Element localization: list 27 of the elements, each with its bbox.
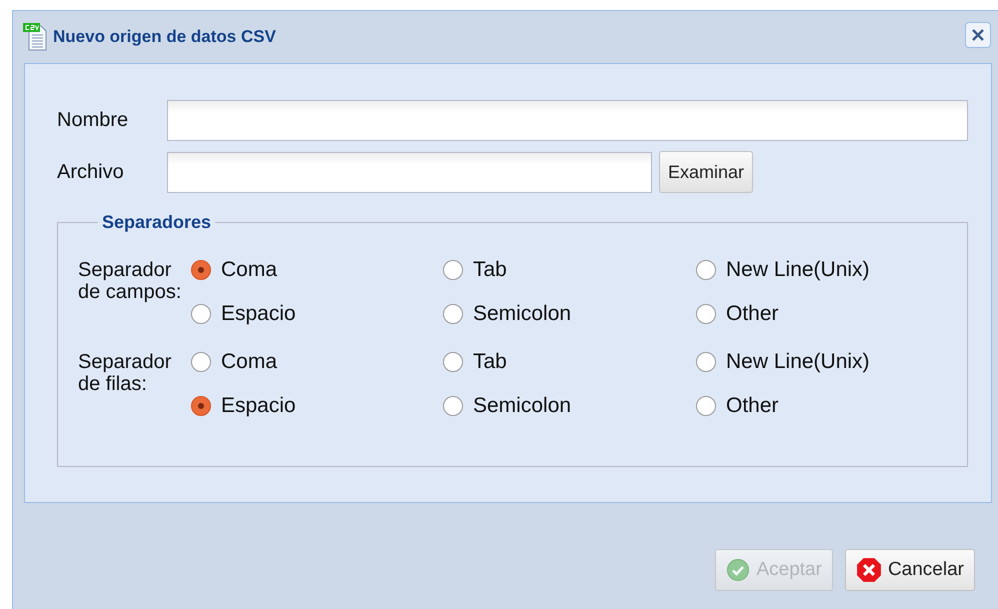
- group-label: Separador de filas:: [78, 350, 172, 397]
- close-button[interactable]: [965, 22, 991, 48]
- radio-option[interactable]: Tab: [443, 347, 696, 377]
- csv-file-icon: [23, 23, 49, 51]
- radio-option[interactable]: Other: [696, 391, 916, 421]
- group-label: Separador de campos:: [78, 258, 182, 305]
- radio-option[interactable]: New Line(Unix): [696, 255, 916, 285]
- radio-option[interactable]: Semicolon: [443, 299, 696, 329]
- cancel-icon: [856, 557, 882, 583]
- window-title: Nuevo origen de datos CSV: [53, 27, 276, 47]
- radio-option[interactable]: Tab: [443, 255, 696, 285]
- browse-button[interactable]: Examinar: [659, 151, 754, 193]
- field-label: Nombre: [57, 108, 130, 132]
- radio-option[interactable]: Espacio: [191, 299, 443, 329]
- radio-option[interactable]: Espacio: [191, 391, 443, 421]
- text-field[interactable]: [167, 100, 968, 140]
- radio-option[interactable]: Semicolon: [443, 391, 696, 421]
- check-icon: [726, 558, 750, 582]
- radio-option[interactable]: Coma: [191, 255, 443, 285]
- radio-option[interactable]: Coma: [191, 347, 443, 377]
- radio-option[interactable]: New Line(Unix): [696, 347, 916, 377]
- cancel-button[interactable]: Cancelar: [844, 549, 975, 591]
- panel-legend: Separadores: [98, 212, 216, 233]
- radio-option[interactable]: Other: [696, 299, 916, 329]
- close-icon: [971, 28, 985, 42]
- field-label: Archivo: [57, 160, 125, 184]
- text-field[interactable]: [167, 152, 652, 192]
